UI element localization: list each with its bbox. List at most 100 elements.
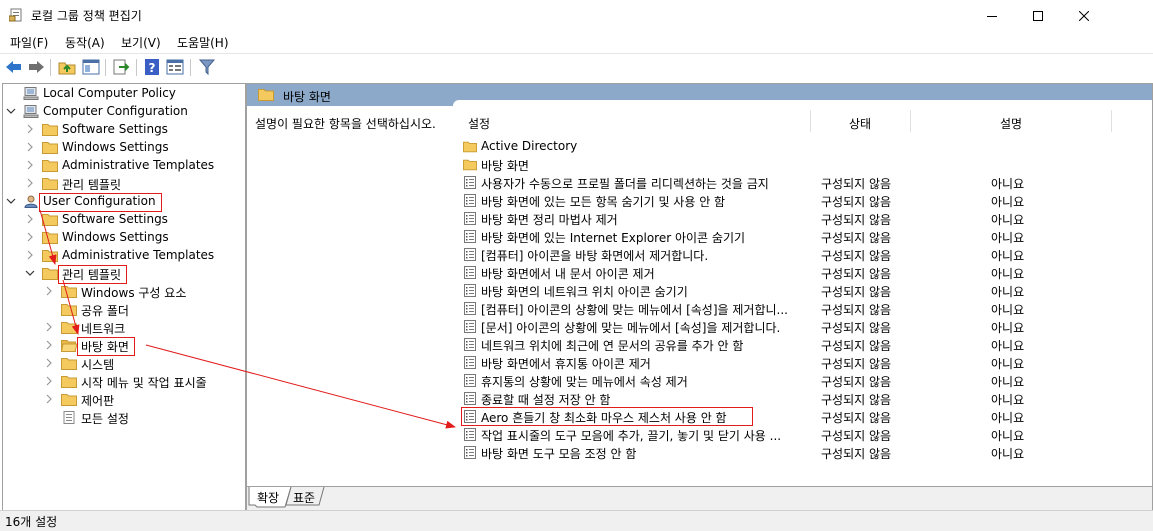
maximize-button[interactable] [1015,0,1061,31]
chevron-right-icon[interactable] [44,286,54,296]
chevron-right-icon[interactable] [44,322,54,332]
chevron-right-icon[interactable] [25,214,35,224]
export-list-icon[interactable] [112,59,130,75]
policy-setting-icon [464,392,476,405]
tree-item[interactable]: Windows 구성 요소 [44,283,243,301]
policy-row[interactable]: 바탕 화면 정리 마법사 제거 구성되지 않음 아니요 [453,209,1152,228]
policy-name: 종료할 때 설정 저장 안 함 [481,393,611,407]
annotation-highlight-box [39,193,162,212]
chevron-right-icon[interactable] [25,250,35,260]
chevron-down-icon[interactable] [6,106,16,116]
policy-comment: 아니요 [991,213,1025,227]
filter-icon[interactable] [198,59,216,75]
policy-row[interactable]: [컴퓨터] 아이콘의 상황에 맞는 메뉴에서 [속성]을 제거합니... 구성되지… [453,299,1152,318]
tree-item[interactable]: 바탕 화면 [44,337,243,355]
tree-item[interactable]: Software Settings [25,121,243,139]
tree-item[interactable]: 공유 폴더 [44,301,243,319]
menu-view[interactable]: 보기(V) [121,34,161,51]
policy-comment: 아니요 [991,195,1025,209]
policy-row[interactable]: 작업 표시줄의 도구 모음에 추가, 끌기, 놓기 및 닫기 사용 ... 구성되… [453,425,1152,444]
policy-row[interactable]: 바탕 화면에 있는 Internet Explorer 아이콘 숨기기 구성되지 … [453,227,1152,246]
show-hide-tree-icon[interactable] [82,59,100,75]
column-header-name[interactable]: 설정 [468,115,490,132]
chevron-right-icon[interactable] [44,376,54,386]
policy-state: 구성되지 않음 [821,267,892,281]
menu-help[interactable]: 도움말(H) [177,34,229,51]
chevron-down-icon[interactable] [6,196,16,206]
policy-state: 구성되지 않음 [821,213,892,227]
menu-file[interactable]: 파일(F) [10,34,48,51]
tree-item[interactable]: Administrative Templates [25,247,243,265]
tree-item[interactable]: Local Computer Policy [6,85,243,103]
up-folder-icon[interactable] [58,59,76,75]
chevron-down-icon[interactable] [25,268,35,278]
chevron-right-icon[interactable] [44,394,54,404]
policy-state: 구성되지 않음 [821,249,892,263]
policy-row[interactable]: 바탕 화면 도구 모음 조정 안 함 구성되지 않음 아니요 [453,443,1152,462]
tree-item[interactable]: 관리 템플릿 [25,175,243,193]
properties-icon[interactable] [166,59,184,75]
policy-state: 구성되지 않음 [821,447,892,461]
tree-item[interactable]: 모든 설정 [44,409,243,427]
folder-icon [61,376,77,388]
chevron-right-icon[interactable] [25,160,35,170]
menu-action[interactable]: 동작(A) [65,34,105,51]
policy-row[interactable]: [문서] 아이콘의 상황에 맞는 메뉴에서 [속성]을 제거합니다. 구성되지 않… [453,317,1152,336]
annotation-highlight-box [77,337,135,356]
chevron-right-icon[interactable] [44,340,54,350]
policy-setting-icon [464,248,476,261]
policy-setting-icon [464,356,476,369]
minimize-button[interactable] [969,0,1015,31]
tree-item[interactable]: Windows Settings [25,139,243,157]
tree-item-label: 관리 템플릿 [62,178,122,192]
policy-row[interactable]: 네트워크 위치에 최근에 연 문서의 공유를 추가 안 함 구성되지 않음 아니요 [453,335,1152,354]
tree-item-label: 제어판 [81,394,115,408]
tree-item[interactable]: Software Settings [25,211,243,229]
policy-row[interactable]: 바탕 화면에서 휴지통 아이콘 제거 구성되지 않음 아니요 [453,353,1152,372]
close-button[interactable] [1061,0,1107,31]
policy-row[interactable]: 종료할 때 설정 저장 안 함 구성되지 않음 아니요 [453,389,1152,408]
policy-setting-icon [464,194,476,207]
column-header-state[interactable]: 상태 [849,115,871,132]
policy-setting-icon [464,230,476,243]
policy-row[interactable]: 휴지통의 상황에 맞는 메뉴에서 속성 제거 구성되지 않음 아니요 [453,371,1152,390]
chevron-right-icon[interactable] [25,124,35,134]
tree-item-label: 공유 폴더 [81,304,129,318]
chevron-right-icon[interactable] [25,142,35,152]
tree-item-label: 시스템 [81,358,115,372]
back-arrow-icon[interactable] [5,59,23,75]
forward-arrow-icon[interactable] [27,59,45,75]
policy-name: 바탕 화면에 있는 Internet Explorer 아이콘 숨기기 [481,231,746,245]
tree-item[interactable]: Computer Configuration [6,103,243,121]
chevron-right-icon[interactable] [25,232,35,242]
policy-name: 네트워크 위치에 최근에 연 문서의 공유를 추가 안 함 [481,339,744,353]
chevron-right-icon[interactable] [25,178,35,188]
policy-row[interactable]: 바탕 화면의 네트워크 위치 아이콘 숨기기 구성되지 않음 아니요 [453,281,1152,300]
policy-row[interactable]: 바탕 화면에 있는 모든 항목 숨기기 및 사용 안 함 구성되지 않음 아니요 [453,191,1152,210]
tree-item[interactable]: 네트워크 [44,319,243,337]
tab-extended[interactable]: 확장 [257,489,279,508]
folder-row[interactable]: Active Directory [453,137,1152,156]
folder-row[interactable]: 바탕 화면 [453,155,1152,174]
policy-name: 바탕 화면에서 내 문서 아이콘 제거 [481,267,655,281]
policy-name: 바탕 화면에서 휴지통 아이콘 제거 [481,357,651,371]
policy-setting-icon [464,320,476,333]
tree-item[interactable]: 제어판 [44,391,243,409]
policy-state: 구성되지 않음 [821,195,892,209]
tab-standard[interactable]: 표준 [293,489,315,508]
policy-row[interactable]: 바탕 화면에서 내 문서 아이콘 제거 구성되지 않음 아니요 [453,263,1152,282]
help-icon[interactable]: ? [143,59,161,75]
column-header-comment[interactable]: 설명 [1000,115,1022,132]
folder-icon [61,358,77,370]
tree-item[interactable]: Windows Settings [25,229,243,247]
policy-comment: 아니요 [991,339,1025,353]
policy-row[interactable]: 사용자가 수동으로 프로필 폴더를 리디렉션하는 것을 금지 구성되지 않음 아니요 [453,173,1152,192]
folder-row-label: 바탕 화면 [481,159,529,173]
tree-item[interactable]: Administrative Templates [25,157,243,175]
folder-open-icon [61,340,77,352]
policy-state: 구성되지 않음 [821,303,892,317]
chevron-right-icon[interactable] [44,358,54,368]
policy-row[interactable]: [컴퓨터] 아이콘을 바탕 화면에서 제거합니다. 구성되지 않음 아니요 [453,245,1152,264]
tree-item[interactable]: 시스템 [44,355,243,373]
tree-item[interactable]: 시작 메뉴 및 작업 표시줄 [44,373,243,391]
